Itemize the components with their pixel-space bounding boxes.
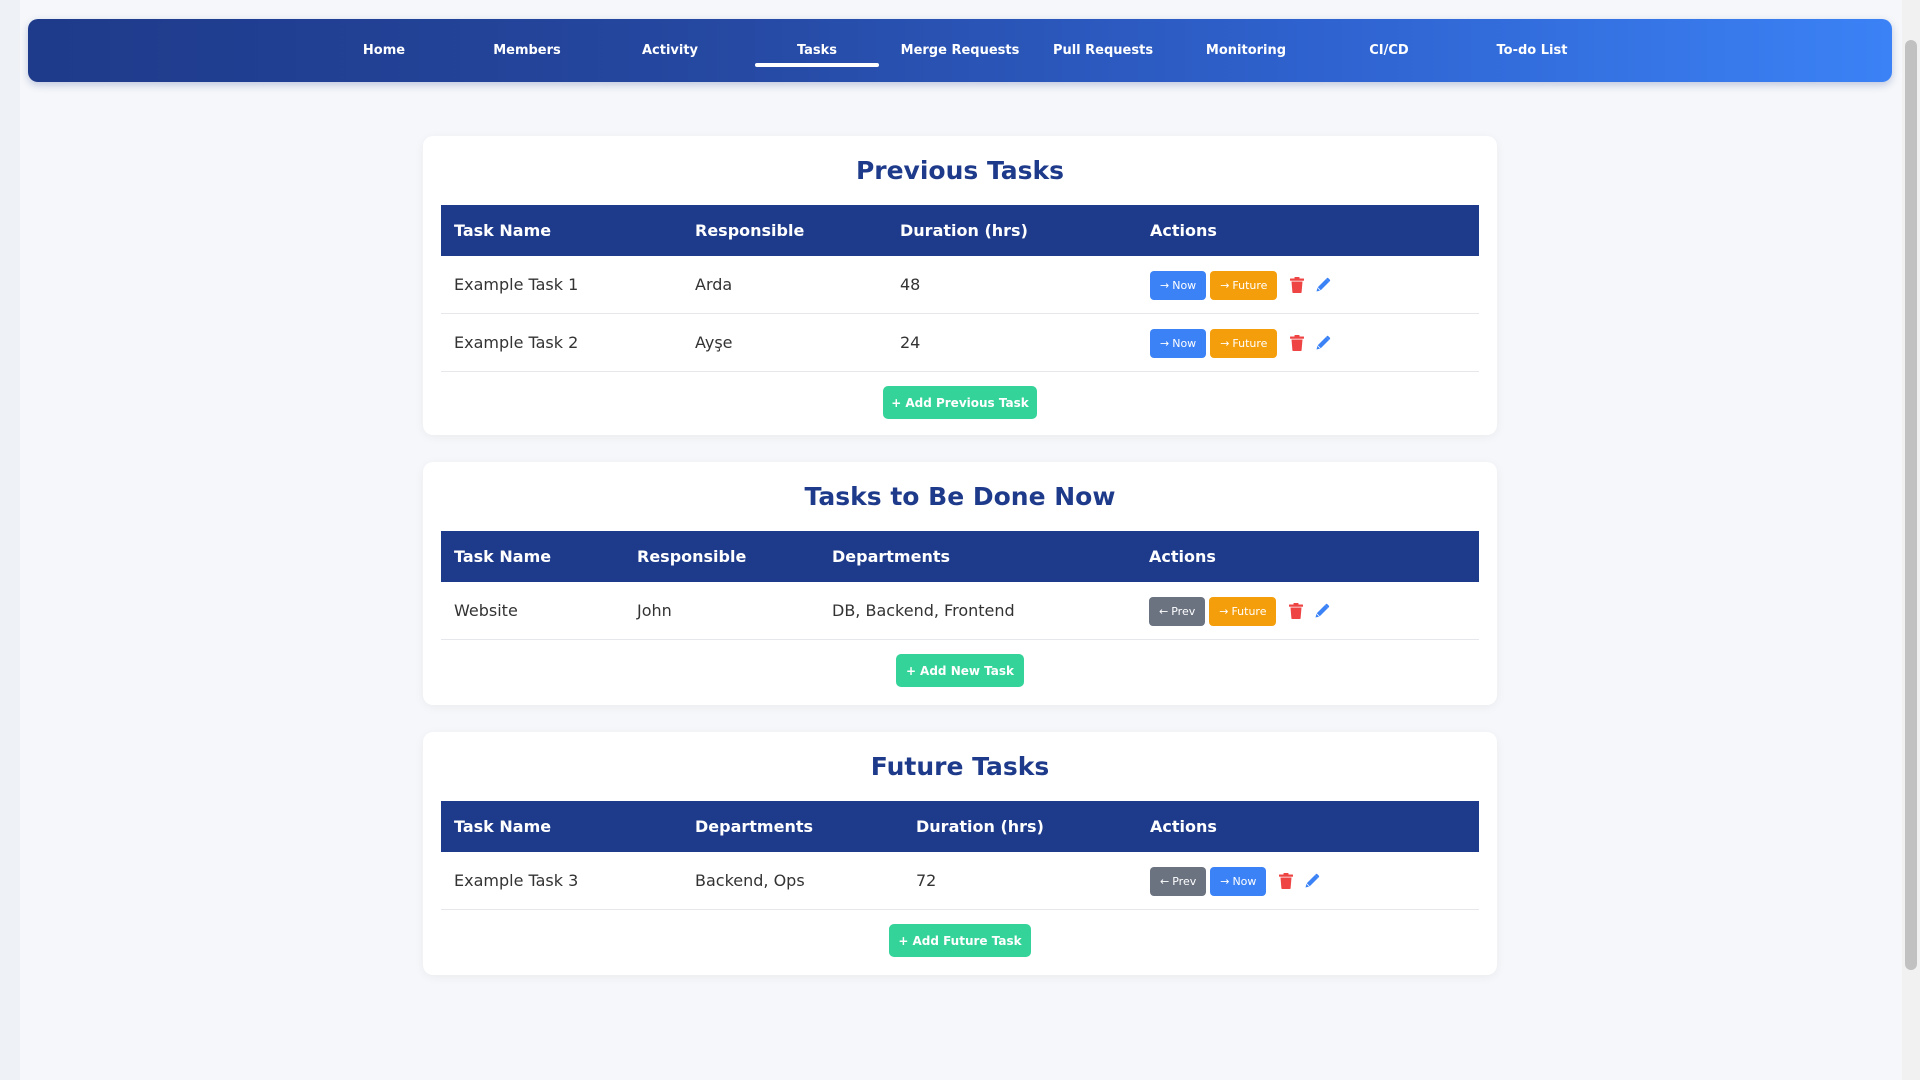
column-header-duration: Duration (hrs) bbox=[900, 221, 1028, 240]
column-header-departments: Departments bbox=[832, 547, 951, 566]
move-to-previous-label: Prev bbox=[1172, 874, 1197, 888]
now-tasks-title: Tasks to Be Done Now bbox=[804, 482, 1116, 511]
move-to-previous-button[interactable]: ← Prev bbox=[1150, 866, 1207, 896]
page-scrollbar[interactable] bbox=[1902, 0, 1920, 1080]
column-header-departments: Departments bbox=[695, 817, 814, 836]
task-name: Example Task 2 bbox=[454, 333, 579, 352]
task-responsible: Arda bbox=[695, 275, 733, 294]
move-to-future-button[interactable]: → Future bbox=[1209, 596, 1277, 626]
task-departments: Backend, Ops bbox=[695, 871, 805, 890]
trash-icon[interactable] bbox=[1287, 271, 1307, 300]
move-to-previous-label: Prev bbox=[1171, 604, 1196, 618]
nav-item-activity[interactable]: Activity bbox=[608, 19, 732, 82]
nav-item-tasks[interactable]: Tasks bbox=[755, 19, 879, 82]
nav-item-merge-requests[interactable]: Merge Requests bbox=[898, 19, 1022, 82]
nav-item-pull-requests[interactable]: Pull Requests bbox=[1041, 19, 1165, 82]
nav-item-home[interactable]: Home bbox=[322, 19, 446, 82]
nav-item-members[interactable]: Members bbox=[465, 19, 589, 82]
move-to-future-button[interactable]: → Future bbox=[1210, 328, 1278, 358]
previous-tasks-table-header: Task Name Responsible Duration (hrs) Act… bbox=[441, 205, 1479, 256]
now-tasks-card: Tasks to Be Done Now Task Name Responsib… bbox=[423, 462, 1497, 705]
scrollbar-thumb[interactable] bbox=[1905, 40, 1917, 970]
column-header-actions: Actions bbox=[1150, 817, 1217, 836]
task-duration: 72 bbox=[916, 871, 937, 890]
move-to-now-label: Now bbox=[1172, 336, 1197, 350]
pencil-icon[interactable] bbox=[1313, 271, 1333, 300]
task-name: Example Task 3 bbox=[454, 871, 579, 890]
column-header-actions: Actions bbox=[1149, 547, 1216, 566]
move-to-now-button[interactable]: → Now bbox=[1150, 328, 1207, 358]
arrow-right-icon: → bbox=[1160, 336, 1170, 350]
pencil-icon[interactable] bbox=[1313, 329, 1333, 358]
move-to-previous-button[interactable]: ← Prev bbox=[1149, 596, 1206, 626]
move-to-now-label: Now bbox=[1172, 278, 1197, 292]
task-departments: DB, Backend, Frontend bbox=[832, 601, 1015, 620]
add-new-task-button[interactable]: + Add New Task bbox=[896, 654, 1024, 687]
previous-tasks-card: Previous Tasks Task Name Responsible Dur… bbox=[423, 136, 1497, 435]
top-navbar: Home Members Activity Tasks Merge Reques… bbox=[28, 19, 1892, 82]
column-header-responsible: Responsible bbox=[637, 547, 747, 566]
future-tasks-title: Future Tasks bbox=[870, 752, 1050, 781]
arrow-right-icon: → bbox=[1220, 278, 1230, 292]
row-actions: → Now → Future bbox=[1150, 314, 1333, 372]
table-row: Example Task 1 Arda 48 → Now → Future bbox=[441, 256, 1479, 314]
arrow-right-icon: → bbox=[1220, 874, 1230, 888]
pencil-icon[interactable] bbox=[1302, 867, 1322, 896]
now-tasks-table-header: Task Name Responsible Departments Action… bbox=[441, 531, 1479, 582]
row-actions: ← Prev → Now bbox=[1150, 852, 1322, 910]
plus-icon: + bbox=[905, 663, 917, 678]
nav-item-monitoring[interactable]: Monitoring bbox=[1184, 19, 1308, 82]
arrow-right-icon: → bbox=[1220, 336, 1230, 350]
move-to-now-button[interactable]: → Now bbox=[1210, 866, 1267, 896]
column-header-task-name: Task Name bbox=[454, 221, 552, 240]
table-row: Example Task 2 Ayşe 24 → Now → Future bbox=[441, 314, 1479, 372]
move-to-future-label: Future bbox=[1232, 336, 1268, 350]
task-name: Website bbox=[454, 601, 518, 620]
column-header-responsible: Responsible bbox=[695, 221, 805, 240]
column-header-task-name: Task Name bbox=[454, 817, 552, 836]
previous-tasks-title: Previous Tasks bbox=[855, 156, 1065, 185]
nav-item-cicd[interactable]: CI/CD bbox=[1327, 19, 1451, 82]
plus-icon: + bbox=[891, 395, 902, 410]
column-header-duration: Duration (hrs) bbox=[916, 817, 1044, 836]
add-previous-task-label: Add Previous Task bbox=[905, 395, 1029, 410]
task-duration: 24 bbox=[900, 333, 921, 352]
row-actions: → Now → Future bbox=[1150, 256, 1333, 314]
arrow-left-icon: ← bbox=[1159, 604, 1169, 618]
pencil-icon[interactable] bbox=[1312, 597, 1332, 626]
column-header-actions: Actions bbox=[1150, 221, 1217, 240]
add-previous-task-button[interactable]: + Add Previous Task bbox=[883, 386, 1037, 419]
add-future-task-button[interactable]: + Add Future Task bbox=[889, 924, 1031, 957]
table-row: Website John DB, Backend, Frontend ← Prev… bbox=[441, 582, 1479, 640]
future-tasks-table-header: Task Name Departments Duration (hrs) Act… bbox=[441, 801, 1479, 852]
task-responsible: Ayşe bbox=[695, 333, 733, 352]
move-to-future-label: Future bbox=[1232, 278, 1268, 292]
move-to-future-label: Future bbox=[1231, 604, 1267, 618]
add-new-task-label: Add New Task bbox=[920, 663, 1014, 678]
move-to-future-button[interactable]: → Future bbox=[1210, 270, 1278, 300]
task-duration: 48 bbox=[900, 275, 921, 294]
trash-icon[interactable] bbox=[1276, 867, 1296, 896]
arrow-right-icon: → bbox=[1160, 278, 1170, 292]
column-header-task-name: Task Name bbox=[454, 547, 552, 566]
trash-icon[interactable] bbox=[1287, 329, 1307, 358]
arrow-left-icon: ← bbox=[1160, 874, 1170, 888]
plus-icon: + bbox=[898, 933, 909, 948]
add-future-task-label: Add Future Task bbox=[912, 933, 1022, 948]
task-responsible: John bbox=[637, 601, 672, 620]
row-actions: ← Prev → Future bbox=[1149, 582, 1332, 640]
future-tasks-card: Future Tasks Task Name Departments Durat… bbox=[423, 732, 1497, 975]
move-to-now-button[interactable]: → Now bbox=[1150, 270, 1207, 300]
nav-item-todo-list[interactable]: To-do List bbox=[1470, 19, 1594, 82]
task-name: Example Task 1 bbox=[454, 275, 579, 294]
table-row: Example Task 3 Backend, Ops 72 ← Prev → No… bbox=[441, 852, 1479, 910]
arrow-right-icon: → bbox=[1219, 604, 1229, 618]
trash-icon[interactable] bbox=[1286, 597, 1306, 626]
move-to-now-label: Now bbox=[1232, 874, 1257, 888]
